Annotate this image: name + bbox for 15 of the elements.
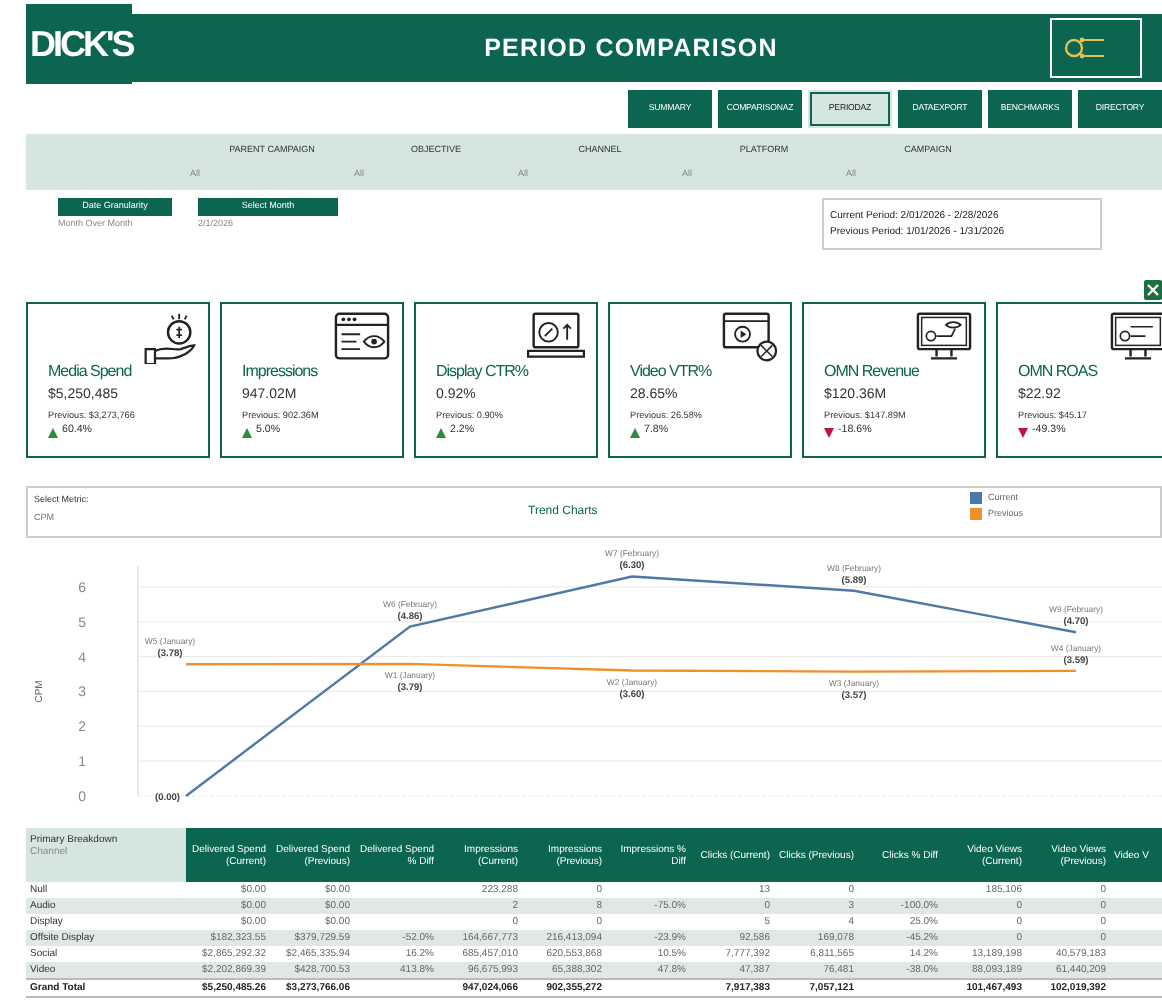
laptop-icon bbox=[526, 310, 586, 364]
logo-icon bbox=[1064, 32, 1108, 64]
logo: DICK'S bbox=[26, 4, 132, 84]
kpi-title: OMN ROAS bbox=[1018, 360, 1100, 384]
kpi-title: Media Spend bbox=[48, 360, 134, 384]
excel-export-icon[interactable] bbox=[1144, 279, 1162, 300]
monitor-icon bbox=[1108, 310, 1162, 364]
page-title: PERIOD COMPARISON bbox=[482, 31, 780, 66]
kpi-title: Display CTR% bbox=[436, 360, 531, 384]
browser-eye-icon bbox=[332, 310, 392, 364]
monitor-icon bbox=[914, 310, 974, 364]
kpi-title: Impressions bbox=[242, 360, 320, 384]
kpi-title: OMN Revenue bbox=[824, 360, 921, 384]
kpi-title: Video VTR% bbox=[630, 360, 714, 384]
video-window-icon bbox=[720, 310, 780, 364]
